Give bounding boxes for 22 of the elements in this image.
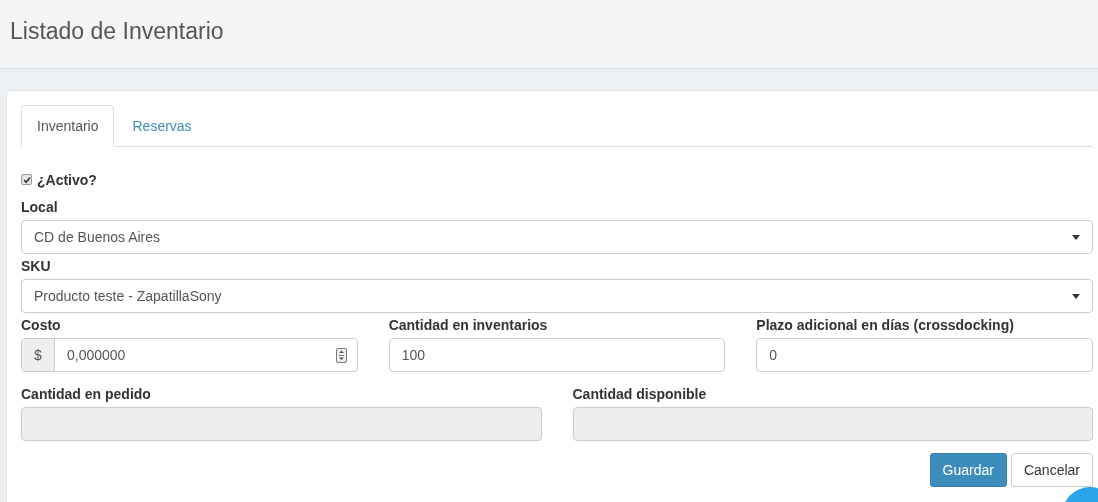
spinner-icon[interactable] [335,347,347,363]
checkbox[interactable] [21,174,32,185]
input-field[interactable]: 0 [756,338,1093,372]
field-label: Cantidad en pedido [21,385,151,404]
checkbox-label: ¿Activo? [37,171,97,188]
field-label: Local [21,198,58,217]
field-label: Cantidad en inventarios [388,316,548,335]
cancel-button[interactable]: Cancelar [1010,453,1093,487]
save-button[interactable]: Guardar [929,453,1007,487]
field-label: Costo [21,316,61,335]
input-field[interactable]: 100 [388,338,726,372]
field-label: Cantidad disponible [572,385,707,404]
field-label: Plazo adicional en días (crossdocking) [756,316,1014,335]
currency-field[interactable]: $ 0,000000 [21,338,358,372]
tab[interactable]: Inventario [21,105,115,147]
caret-icon [1072,234,1080,240]
caret-icon [1072,293,1080,299]
tab[interactable]: Reservas [116,105,208,147]
page-title: Listado de Inventario [9,17,224,45]
select-field[interactable]: Producto teste - ZapatillaSony [21,279,1093,313]
field-label: SKU [21,257,51,276]
select-field[interactable]: CD de Buenos Aires [21,220,1093,254]
